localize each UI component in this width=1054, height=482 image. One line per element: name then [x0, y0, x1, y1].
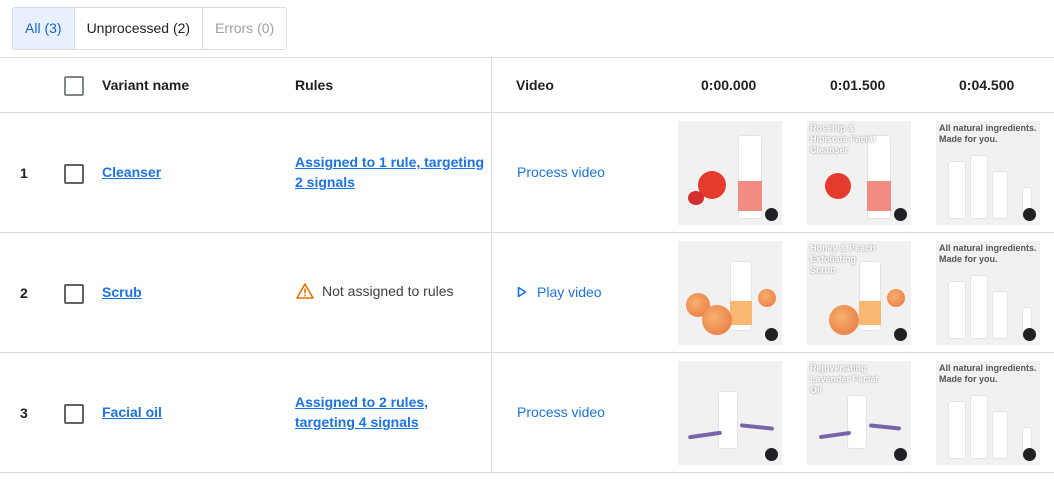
warning-icon	[296, 283, 314, 299]
play-video-button[interactable]: Play video	[517, 284, 602, 300]
frame-overlay-text: Rosehip & Hibiscus Facial Cleanser	[810, 123, 876, 155]
frame-overlay-text: All natural ingredients. Made for you.	[939, 363, 1037, 384]
row-number: 1	[20, 165, 28, 181]
filter-tab-all[interactable]: All (3)	[13, 8, 75, 49]
row-checkbox[interactable]	[64, 404, 84, 424]
divider	[0, 352, 1054, 353]
video-action-label: Process video	[517, 164, 605, 180]
filter-tab-unprocessed[interactable]: Unprocessed (2)	[75, 8, 204, 49]
rules-status: Not assigned to rules	[296, 283, 454, 299]
process-video-button[interactable]: Process video	[517, 164, 605, 180]
brand-badge-icon	[894, 208, 907, 221]
variant-name-link[interactable]: Cleanser	[102, 164, 161, 180]
process-video-button[interactable]: Process video	[517, 404, 605, 420]
variant-name-link[interactable]: Facial oil	[102, 404, 162, 420]
brand-badge-icon	[1023, 208, 1036, 221]
brand-badge-icon	[1023, 448, 1036, 461]
row-number: 2	[20, 285, 28, 301]
frame-overlay-text: Honey & Peach Exfoliating Scrub	[810, 243, 876, 275]
header-rules[interactable]: Rules	[295, 58, 333, 112]
brand-badge-icon	[894, 328, 907, 341]
video-frame-thumbnail: All natural ingredients. Made for you.	[936, 121, 1040, 225]
header-video[interactable]: Video	[516, 58, 554, 112]
row-checkbox[interactable]	[64, 164, 84, 184]
rules-link[interactable]: Assigned to 1 rule, targeting 2 signals	[295, 152, 485, 192]
frame-overlay-text: All natural ingredients. Made for you.	[939, 123, 1037, 144]
video-frame-thumbnail: Rosehip & Hibiscus Facial Cleanser	[807, 121, 911, 225]
variant-name-link[interactable]: Scrub	[102, 284, 142, 300]
video-frame-thumbnail: Honey & Peach Exfoliating Scrub	[807, 241, 911, 345]
video-action-label: Process video	[517, 404, 605, 420]
video-frame-thumbnail: All natural ingredients. Made for you.	[936, 361, 1040, 465]
row-number: 3	[20, 405, 28, 421]
video-frame-thumbnail	[678, 121, 782, 225]
brand-badge-icon	[1023, 328, 1036, 341]
select-all-checkbox[interactable]	[64, 76, 84, 96]
brand-badge-icon	[765, 448, 778, 461]
rules-link[interactable]: Assigned to 2 rules, targeting 4 signals	[295, 392, 485, 432]
filter-tabs: All (3) Unprocessed (2) Errors (0)	[12, 7, 288, 50]
column-divider	[491, 58, 492, 472]
divider	[0, 112, 1054, 113]
video-frame-thumbnail	[678, 361, 782, 465]
brand-badge-icon	[894, 448, 907, 461]
video-frame-thumbnail: All natural ingredients. Made for you.	[936, 241, 1040, 345]
brand-badge-icon	[765, 208, 778, 221]
header-time-1: 0:01.500	[830, 77, 886, 93]
frame-overlay-text: Rejuvenating Lavender Facial Oil	[810, 363, 879, 395]
rules-status-label: Not assigned to rules	[322, 283, 454, 299]
video-frame-thumbnail	[678, 241, 782, 345]
brand-badge-icon	[765, 328, 778, 341]
row-checkbox[interactable]	[64, 284, 84, 304]
filter-tab-errors[interactable]: Errors (0)	[203, 8, 286, 49]
video-action-label: Play video	[537, 284, 602, 300]
divider	[0, 232, 1054, 233]
video-frame-thumbnail: Rejuvenating Lavender Facial Oil	[807, 361, 911, 465]
play-icon	[517, 286, 527, 298]
header-time-2: 0:04.500	[959, 77, 1015, 93]
header-variant-name[interactable]: Variant name	[102, 58, 189, 112]
frame-overlay-text: All natural ingredients. Made for you.	[939, 243, 1037, 264]
header-time-0: 0:00.000	[701, 77, 757, 93]
divider	[0, 472, 1054, 473]
